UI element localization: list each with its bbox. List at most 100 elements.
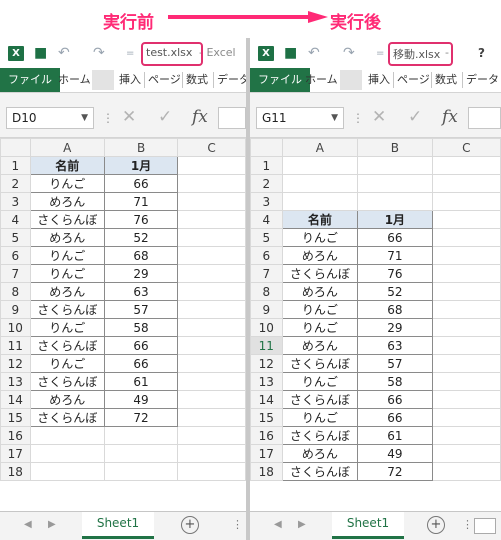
help-icon[interactable]: ? [478, 46, 485, 60]
tab-home[interactable]: ホーム [58, 68, 91, 92]
tab-page[interactable]: ページ [397, 68, 430, 92]
tab-formulas[interactable]: 数式 [186, 68, 208, 92]
column-header-c[interactable]: C [177, 138, 246, 157]
cell[interactable] [431, 156, 501, 175]
table-header-cell[interactable]: 1月 [104, 156, 179, 175]
undo-icon[interactable]: ↶ [58, 45, 70, 61]
cell[interactable] [431, 354, 501, 373]
insert-function-icon[interactable]: fx [192, 107, 208, 127]
insert-function-icon[interactable]: fx [442, 107, 458, 127]
table-data-cell[interactable]: 49 [104, 390, 179, 409]
cell[interactable] [177, 246, 246, 265]
table-data-cell[interactable]: りんご [29, 174, 106, 193]
cell[interactable] [177, 336, 246, 355]
row-header[interactable]: 12 [250, 354, 283, 373]
table-data-cell[interactable]: さくらんぼ [29, 372, 106, 391]
tab-data[interactable]: データ [217, 68, 246, 92]
table-data-cell[interactable]: さくらんぼ [281, 426, 359, 445]
redo-icon[interactable]: ↷ [93, 45, 105, 61]
cell[interactable] [177, 390, 246, 409]
table-data-cell[interactable]: 66 [357, 228, 433, 247]
table-data-cell[interactable]: 57 [104, 300, 179, 319]
cell[interactable] [104, 444, 179, 463]
row-header[interactable]: 7 [250, 264, 283, 283]
cell[interactable] [177, 264, 246, 283]
table-data-cell[interactable]: めろん [281, 246, 359, 265]
cell[interactable] [177, 444, 246, 463]
table-data-cell[interactable]: 52 [104, 228, 179, 247]
cell[interactable] [431, 246, 501, 265]
table-data-cell[interactable]: りんご [281, 372, 359, 391]
table-data-cell[interactable]: さくらんぼ [29, 300, 106, 319]
table-data-cell[interactable]: 29 [357, 318, 433, 337]
row-header[interactable]: 7 [0, 264, 31, 283]
table-data-cell[interactable]: めろん [29, 228, 106, 247]
save-icon[interactable]: ■ [34, 45, 47, 61]
cell[interactable] [177, 282, 246, 301]
table-data-cell[interactable]: さくらんぼ [281, 390, 359, 409]
table-header-cell[interactable]: 1月 [357, 210, 433, 229]
row-header[interactable]: 11 [250, 336, 283, 355]
table-data-cell[interactable]: 72 [104, 408, 179, 427]
row-header[interactable]: 13 [250, 372, 283, 391]
cell[interactable] [431, 192, 501, 211]
cell[interactable] [431, 372, 501, 391]
row-header[interactable]: 18 [250, 462, 283, 481]
cell[interactable] [104, 462, 179, 481]
column-header-b[interactable]: B [104, 138, 179, 157]
column-header-b[interactable]: B [357, 138, 433, 157]
tab-insert[interactable]: 挿入 [119, 68, 141, 92]
row-header[interactable]: 14 [0, 390, 31, 409]
row-header[interactable]: 6 [0, 246, 31, 265]
enter-icon[interactable]: ✓ [408, 107, 422, 127]
cell-grid[interactable]: A B C 1 名前 1月 2 りんご 66 3 めろん 71 4 さくらんぼ 76 5 めろん 52 6 りんご 68… [0, 138, 246, 481]
prev-sheet-icon[interactable]: ◀ [274, 519, 282, 530]
name-box[interactable]: G11 ▼ [256, 107, 344, 129]
cell[interactable] [431, 264, 501, 283]
formula-bar-grip-icon[interactable]: ⋮ [352, 111, 364, 125]
table-data-cell[interactable]: 58 [104, 318, 179, 337]
column-header-a[interactable]: A [29, 138, 106, 157]
row-header[interactable]: 3 [250, 192, 283, 211]
row-header[interactable]: 18 [0, 462, 31, 481]
cell[interactable] [431, 408, 501, 427]
formula-input[interactable] [218, 107, 246, 129]
cell[interactable] [177, 156, 246, 175]
row-header[interactable]: 9 [250, 300, 283, 319]
table-data-cell[interactable]: 49 [357, 444, 433, 463]
cell[interactable] [177, 318, 246, 337]
cancel-icon[interactable]: ✕ [372, 107, 386, 127]
table-data-cell[interactable]: りんご [281, 408, 359, 427]
table-data-cell[interactable]: 66 [357, 390, 433, 409]
cell[interactable] [177, 354, 246, 373]
save-icon[interactable]: ■ [284, 45, 297, 61]
cell[interactable] [431, 174, 501, 193]
chevron-down-icon[interactable]: ▼ [81, 108, 88, 128]
cell[interactable] [29, 426, 106, 445]
row-header[interactable]: 11 [0, 336, 31, 355]
sheet-tab-sheet1[interactable]: Sheet1 [332, 512, 404, 539]
cell[interactable] [29, 444, 106, 463]
cell[interactable] [177, 228, 246, 247]
tab-split-icon[interactable]: ⋮ [462, 518, 473, 531]
row-header[interactable]: 15 [250, 408, 283, 427]
table-data-cell[interactable]: 58 [357, 372, 433, 391]
tab-file[interactable]: ファイル [250, 68, 310, 92]
cell[interactable] [281, 192, 359, 211]
redo-icon[interactable]: ↷ [343, 45, 355, 61]
prev-sheet-icon[interactable]: ◀ [24, 519, 32, 530]
table-header-cell[interactable]: 名前 [29, 156, 106, 175]
cell[interactable] [431, 426, 501, 445]
cell[interactable] [177, 192, 246, 211]
table-data-cell[interactable]: 52 [357, 282, 433, 301]
row-header[interactable]: 16 [0, 426, 31, 445]
enter-icon[interactable]: ✓ [158, 107, 172, 127]
cell[interactable] [177, 408, 246, 427]
cell[interactable] [177, 426, 246, 445]
cell[interactable] [357, 174, 433, 193]
table-data-cell[interactable]: 63 [357, 336, 433, 355]
cell[interactable] [177, 174, 246, 193]
table-data-cell[interactable]: 76 [104, 210, 179, 229]
cell[interactable] [431, 390, 501, 409]
table-data-cell[interactable]: 71 [357, 246, 433, 265]
